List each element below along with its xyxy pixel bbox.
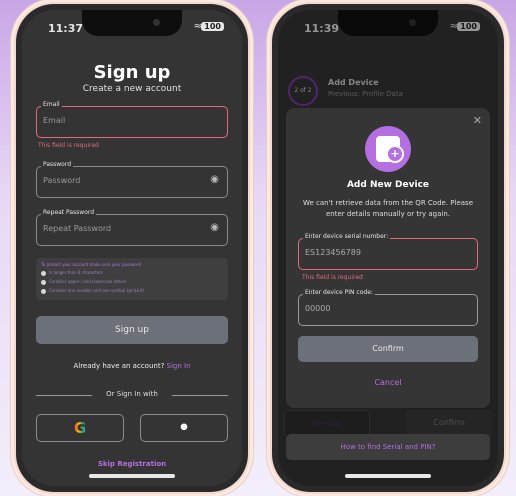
radio-icon [41,279,46,285]
modal-description: We can't retrieve data from the QR Code.… [303,199,473,218]
google-signin-button[interactable]: G [36,414,124,442]
add-device-modal: ✕ + Add New Device We can't retrieve dat… [286,108,490,408]
plus-icon: + [386,145,404,163]
signup-screen: 11:37 ≈ 100 Sign up Create a new account… [22,10,242,486]
already-account: Already have an account? Sign In [22,362,242,370]
repeat-password-label: Repeat Password [41,209,97,216]
confirm-button[interactable]: Confirm [298,336,478,362]
password-placeholder: Password [43,176,81,185]
close-icon[interactable]: ✕ [473,114,482,127]
home-indicator [89,474,175,478]
or-text: Or Sign In with [106,390,158,398]
page-subtitle: Create a new account [82,84,182,94]
serial-value: ES123456789 [305,248,361,257]
cancel-button[interactable]: Cancel [286,378,490,387]
repeat-password-field[interactable]: Repeat Password Repeat Password ◉ [36,209,228,246]
battery-icon: 100 [201,22,224,31]
pin-code-field[interactable]: Enter device PIN code: 00000 [298,289,478,326]
pin-label: Enter device PIN code: [303,289,375,296]
apple-signin-button[interactable]: ⚫ [140,414,228,442]
rule-text: Contains upper / and lowercase letters [49,279,127,284]
email-placeholder: Email [43,116,66,125]
skip-registration-link[interactable]: Skip Registration [22,460,242,468]
or-divider: Or Sign In with [36,390,228,400]
signin-link[interactable]: Sign In [167,362,191,370]
rule-item: Contains one number and one symbol (@!$&… [41,288,144,294]
pin-value: 00000 [305,304,331,313]
password-rules: To protect your account make sure your p… [36,258,228,300]
divider-line [172,395,228,396]
page-title: Sign up [93,62,171,83]
phone-signup: 11:37 ≈ 100 Sign up Create a new account… [16,4,248,492]
rules-title: To protect your account make sure your p… [41,262,141,267]
eye-off-icon[interactable]: ◉ [210,174,219,185]
google-icon: G [73,419,87,437]
signup-button[interactable]: Sign up [36,316,228,344]
modal-title: Add New Device [346,180,430,190]
password-field[interactable]: Password Password ◉ [36,161,228,198]
rule-text: Is longer than 8 characters [49,270,103,275]
email-error: This field is required [38,142,99,149]
serial-error: This field is required [302,274,363,281]
status-bar: 11:37 ≈ 100 [42,21,224,36]
rule-item: Contains upper / and lowercase letters [41,279,126,285]
email-field[interactable]: Email Email [36,101,228,138]
home-indicator [345,474,431,478]
device-add-icon: + [365,126,411,172]
rule-item: Is longer than 8 characters [41,270,103,276]
already-text: Already have an account? [73,362,165,370]
status-time: 11:37 [48,22,84,35]
radio-icon [41,288,46,294]
email-label: Email [41,101,62,108]
serial-label: Enter device serial number: [303,233,391,240]
repeat-password-placeholder: Repeat Password [43,224,112,233]
rule-text: Contains one number and one symbol (@!$&… [49,288,145,293]
find-serial-pin-link[interactable]: How to find Serial and PIN? [286,434,490,460]
serial-number-field[interactable]: Enter device serial number: ES123456789 [298,233,478,270]
add-device-screen: 11:39 ≈ 100 2 of 2 Add Device Previous: … [278,10,498,486]
radio-icon [41,270,46,276]
password-label: Password [41,161,74,168]
phone-add-device: 11:39 ≈ 100 2 of 2 Add Device Previous: … [272,4,504,492]
eye-off-icon[interactable]: ◉ [210,222,219,233]
apple-icon: ⚫ [178,420,190,436]
